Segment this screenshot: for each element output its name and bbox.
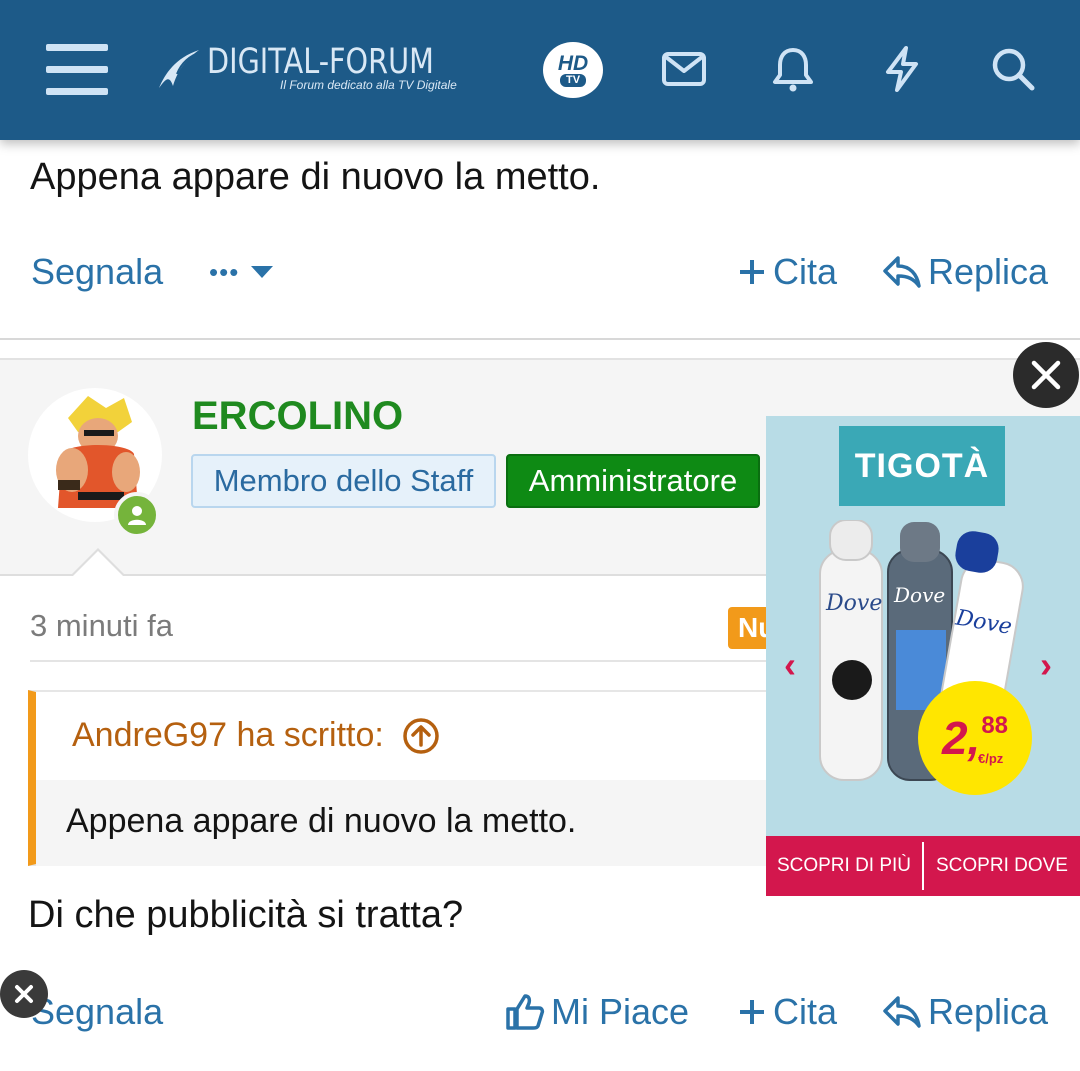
hd-badge-label: HD (557, 51, 589, 75)
search-icon[interactable] (988, 44, 1038, 94)
quote-label: Cita (773, 991, 838, 1032)
ad-discover-where-button[interactable]: SCOPRI DOVE (924, 836, 1080, 896)
report-link[interactable]: Segnala (31, 242, 163, 302)
plus-icon (740, 260, 764, 284)
close-icon[interactable] (0, 970, 48, 1018)
post-separator (0, 338, 1080, 340)
bolt-icon[interactable] (877, 44, 927, 94)
ad-price-unit: €/pz (978, 751, 1004, 766)
ad-cta-bar: SCOPRI DI PIÙ SCOPRI DOVE (766, 836, 1080, 896)
logo-subtitle: Il Forum dedicato alla TV Digitale (280, 78, 457, 92)
svg-text:Dove: Dove (893, 583, 945, 607)
svg-text:Dove: Dove (825, 591, 882, 616)
post-message-text: Di che pubblicità si tratta? (28, 894, 464, 936)
post-message-text: Appena appare di nuovo la metto. (30, 156, 601, 198)
reply-icon (883, 996, 921, 1028)
post-actions-bar: Segnala Mi Piace Cita Replica (0, 982, 1080, 1042)
reply-label: Replica (928, 991, 1049, 1032)
online-status-icon (114, 492, 160, 538)
menu-icon[interactable] (46, 44, 108, 96)
ad-next-arrow-icon[interactable]: › (1040, 644, 1052, 686)
post-timestamp[interactable]: 3 minuti fa (30, 608, 173, 644)
quote-button[interactable]: Cita (737, 982, 837, 1042)
ad-price-dec: 88 (981, 712, 1009, 739)
quote-button[interactable]: Cita (737, 242, 837, 302)
reply-label: Replica (928, 251, 1049, 292)
ad-brand-logo: TIGOTÀ (839, 426, 1005, 506)
ad-prev-arrow-icon[interactable]: ‹ (784, 644, 796, 686)
quote-author-link[interactable]: AndreG97 ha scritto: (72, 716, 440, 755)
quote-author-label: AndreG97 ha scritto: (72, 716, 384, 754)
username-link[interactable]: ERCOLINO (192, 394, 403, 439)
logo-swoosh-icon (159, 50, 202, 88)
advertisement[interactable]: TIGOTÀ Dove Dove Dove ‹ › 2, 88 €/pz SCOP… (766, 416, 1080, 896)
staff-badge: Membro dello Staff (191, 454, 496, 508)
quote-text: Appena appare di nuovo la metto. (66, 802, 577, 840)
thumbs-up-icon (506, 994, 545, 1030)
reply-icon (883, 256, 921, 288)
more-actions-button[interactable]: ••• (209, 242, 281, 302)
reply-button[interactable]: Replica (882, 242, 1048, 302)
more-dots-icon: ••• (209, 256, 240, 287)
ad-price-int: 2, (941, 712, 981, 764)
like-label: Mi Piace (551, 991, 690, 1032)
top-navigation-bar: DIGITAL-FORUM Il Forum dedicato alla TV … (0, 0, 1080, 140)
ad-discover-more-button[interactable]: SCOPRI DI PIÙ (766, 836, 922, 896)
plus-icon (740, 1000, 764, 1024)
reply-button[interactable]: Replica (882, 982, 1048, 1042)
jump-up-icon[interactable] (402, 717, 440, 755)
ad-close-button[interactable] (1013, 342, 1079, 408)
tv-badge-label: TV (559, 73, 587, 87)
admin-badge: Amministratore (506, 454, 760, 508)
bell-icon[interactable] (768, 44, 818, 94)
close-icon (1031, 360, 1061, 390)
post-actions-bar: Segnala ••• Cita Replica (0, 242, 1080, 302)
logo-title: DIGITAL-FORUM (207, 42, 434, 82)
report-link[interactable]: Segnala (31, 982, 163, 1042)
ad-price-badge: 2, 88 €/pz (918, 681, 1032, 795)
mail-icon[interactable] (659, 44, 709, 94)
hd-tv-button[interactable]: HD TV (543, 42, 603, 98)
site-logo[interactable]: DIGITAL-FORUM Il Forum dedicato alla TV … (155, 40, 457, 100)
chevron-down-icon (251, 266, 274, 278)
quote-label: Cita (773, 251, 838, 292)
like-button[interactable]: Mi Piace (505, 982, 689, 1042)
